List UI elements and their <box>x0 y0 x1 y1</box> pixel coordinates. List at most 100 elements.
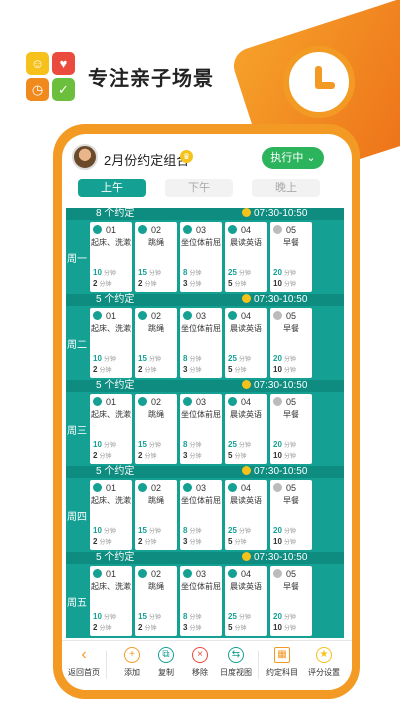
time-range[interactable]: 07:30-10:50 <box>242 380 307 392</box>
points-value: 2 分钟 <box>93 537 112 546</box>
tab-evening[interactable]: 晚上 <box>252 179 320 197</box>
appointment-card[interactable]: 03 坐位体前屈 8 分钟 3 分钟 <box>180 308 222 378</box>
points-value: 2 分钟 <box>138 623 157 632</box>
tab-afternoon[interactable]: 下午 <box>165 179 233 197</box>
plus-icon: + <box>124 647 140 663</box>
remove-button[interactable]: × 移除 <box>180 647 220 678</box>
status-dot-icon <box>273 569 282 578</box>
bell-icon <box>242 466 251 475</box>
duration-value: 20 分钟 <box>273 612 296 621</box>
copy-icon: ⧉ <box>158 647 174 663</box>
swap-icon: ⇆ <box>228 647 244 663</box>
card-row: 01 起床、洗漱 10 分钟 2 分钟 02 跳绳 15 分钟 2 分钟 03 坐位体前屈 8 分钟 3 分钟 04… <box>90 394 312 464</box>
duration-value: 8 分钟 <box>183 268 202 277</box>
appointment-card[interactable]: 02 跳绳 15 分钟 2 分钟 <box>135 394 177 464</box>
rating-settings-button[interactable]: ★ 评分设置 <box>304 647 344 678</box>
day-section: 周一 8 个约定 07:30-10:50 01 起床、洗漱 10 分钟 2 分钟 02 跳绳 15 分钟… <box>66 208 344 294</box>
appointment-card[interactable]: 03 坐位体前屈 8 分钟 3 分钟 <box>180 480 222 550</box>
appointment-card[interactable]: 02 跳绳 15 分钟 2 分钟 <box>135 222 177 292</box>
weekday-label: 周三 <box>67 425 87 437</box>
week-schedule: 周一 8 个约定 07:30-10:50 01 起床、洗漱 10 分钟 2 分钟 02 跳绳 15 分钟… <box>66 208 344 638</box>
status-dot-icon <box>138 225 147 234</box>
appointment-card[interactable]: 05 早餐 20 分钟 10 分钟 <box>270 566 312 636</box>
appointment-card[interactable]: 05 早餐 20 分钟 10 分钟 <box>270 308 312 378</box>
bell-icon <box>242 380 251 389</box>
status-dot-icon <box>183 483 192 492</box>
appointment-card[interactable]: 04 晨读英语 25 分钟 5 分钟 <box>225 480 267 550</box>
points-value: 2 分钟 <box>138 451 157 460</box>
appointment-name: 早餐 <box>283 238 299 247</box>
appointment-card[interactable]: 05 早餐 20 分钟 10 分钟 <box>270 394 312 464</box>
back-home-button[interactable]: ‹ 返回首页 <box>64 647 104 678</box>
appointment-card[interactable]: 04 晨读英语 25 分钟 5 分钟 <box>225 308 267 378</box>
appointment-card[interactable]: 01 起床、洗漱 10 分钟 2 分钟 <box>90 480 132 550</box>
duration-value: 25 分钟 <box>228 440 251 449</box>
crown-icon: ♛ <box>180 150 193 163</box>
points-value: 5 分钟 <box>228 623 247 632</box>
duration-value: 15 分钟 <box>138 526 161 535</box>
appointment-card[interactable]: 05 早餐 20 分钟 10 分钟 <box>270 222 312 292</box>
time-range[interactable]: 07:30-10:50 <box>242 294 307 306</box>
appointment-card[interactable]: 04 晨读英语 25 分钟 5 分钟 <box>225 394 267 464</box>
appointment-name: 早餐 <box>283 410 299 419</box>
appointment-card[interactable]: 01 起床、洗漱 10 分钟 2 分钟 <box>90 394 132 464</box>
app-header: 2月份约定组合 ♛ 执行中 ⌄ <box>62 134 352 176</box>
duration-value: 15 分钟 <box>138 354 161 363</box>
status-dot-icon <box>183 569 192 578</box>
time-range[interactable]: 07:30-10:50 <box>242 466 307 478</box>
avatar[interactable] <box>72 144 98 170</box>
appointment-card[interactable]: 01 起床、洗漱 10 分钟 2 分钟 <box>90 222 132 292</box>
status-dot-icon <box>273 225 282 234</box>
appointment-name: 起床、洗漱 <box>91 410 131 419</box>
appointment-count: 5 个约定 <box>96 294 135 305</box>
appointment-card[interactable]: 05 早餐 20 分钟 10 分钟 <box>270 480 312 550</box>
duration-value: 10 分钟 <box>93 440 116 449</box>
weekday-label: 周二 <box>67 339 87 351</box>
status-dot-icon <box>183 225 192 234</box>
grid-icon: ▦ <box>274 647 290 663</box>
appointment-card[interactable]: 04 晨读英语 25 分钟 5 分钟 <box>225 222 267 292</box>
day-view-button[interactable]: ⇆ 日度视图 <box>216 647 256 690</box>
subjects-button[interactable]: ▦ 约定科目 <box>262 647 302 678</box>
points-value: 2 分钟 <box>138 365 157 374</box>
bottom-toolbar: ‹ 返回首页 + 添加 ⧉ 复制 × 移除 ⇆ 日度视图 ▦ 约定科目 ★ 评分… <box>62 640 352 690</box>
points-value: 3 分钟 <box>183 279 202 288</box>
appointment-card[interactable]: 03 坐位体前屈 8 分钟 3 分钟 <box>180 222 222 292</box>
tab-morning[interactable]: 上午 <box>78 179 146 197</box>
small-clock-icon: ◷ <box>31 82 44 97</box>
duration-value: 25 分钟 <box>228 612 251 621</box>
appointment-card[interactable]: 02 跳绳 15 分钟 2 分钟 <box>135 566 177 636</box>
appointment-name: 起床、洗漱 <box>91 496 131 505</box>
chevron-left-icon: ‹ <box>81 646 87 663</box>
appointment-card[interactable]: 02 跳绳 15 分钟 2 分钟 <box>135 480 177 550</box>
points-value: 5 分钟 <box>228 365 247 374</box>
time-range[interactable]: 07:30-10:50 <box>242 552 307 564</box>
weekday-label: 周五 <box>67 597 87 609</box>
appointment-card[interactable]: 04 晨读英语 25 分钟 5 分钟 <box>225 566 267 636</box>
appointment-card[interactable]: 02 跳绳 15 分钟 2 分钟 <box>135 308 177 378</box>
appointment-name: 晨读英语 <box>230 324 262 333</box>
appointment-name: 跳绳 <box>148 324 164 333</box>
duration-value: 8 分钟 <box>183 612 202 621</box>
points-value: 5 分钟 <box>228 279 247 288</box>
duration-value: 25 分钟 <box>228 268 251 277</box>
group-title[interactable]: 2月份约定组合 <box>104 150 189 169</box>
appointment-card[interactable]: 01 起床、洗漱 10 分钟 2 分钟 <box>90 566 132 636</box>
duration-value: 20 分钟 <box>273 526 296 535</box>
duration-value: 15 分钟 <box>138 612 161 621</box>
duration-value: 25 分钟 <box>228 526 251 535</box>
appointment-name: 晨读英语 <box>230 496 262 505</box>
day-section: 周二 5 个约定 07:30-10:50 01 起床、洗漱 10 分钟 2 分钟 02 跳绳 15 分钟… <box>66 294 344 380</box>
appointment-count: 8 个约定 <box>96 208 135 219</box>
appointment-card[interactable]: 03 坐位体前屈 8 分钟 3 分钟 <box>180 394 222 464</box>
appointment-card[interactable]: 01 起床、洗漱 10 分钟 2 分钟 <box>90 308 132 378</box>
time-range[interactable]: 07:30-10:50 <box>242 208 307 220</box>
duration-value: 8 分钟 <box>183 440 202 449</box>
heart-icon: ♥ <box>59 56 68 71</box>
appointment-card[interactable]: 03 坐位体前屈 8 分钟 3 分钟 <box>180 566 222 636</box>
executing-dropdown-button[interactable]: 执行中 ⌄ <box>262 147 324 169</box>
duration-value: 8 分钟 <box>183 526 202 535</box>
duration-value: 8 分钟 <box>183 354 202 363</box>
appointment-name: 坐位体前屈 <box>181 238 221 247</box>
status-dot-icon <box>273 483 282 492</box>
